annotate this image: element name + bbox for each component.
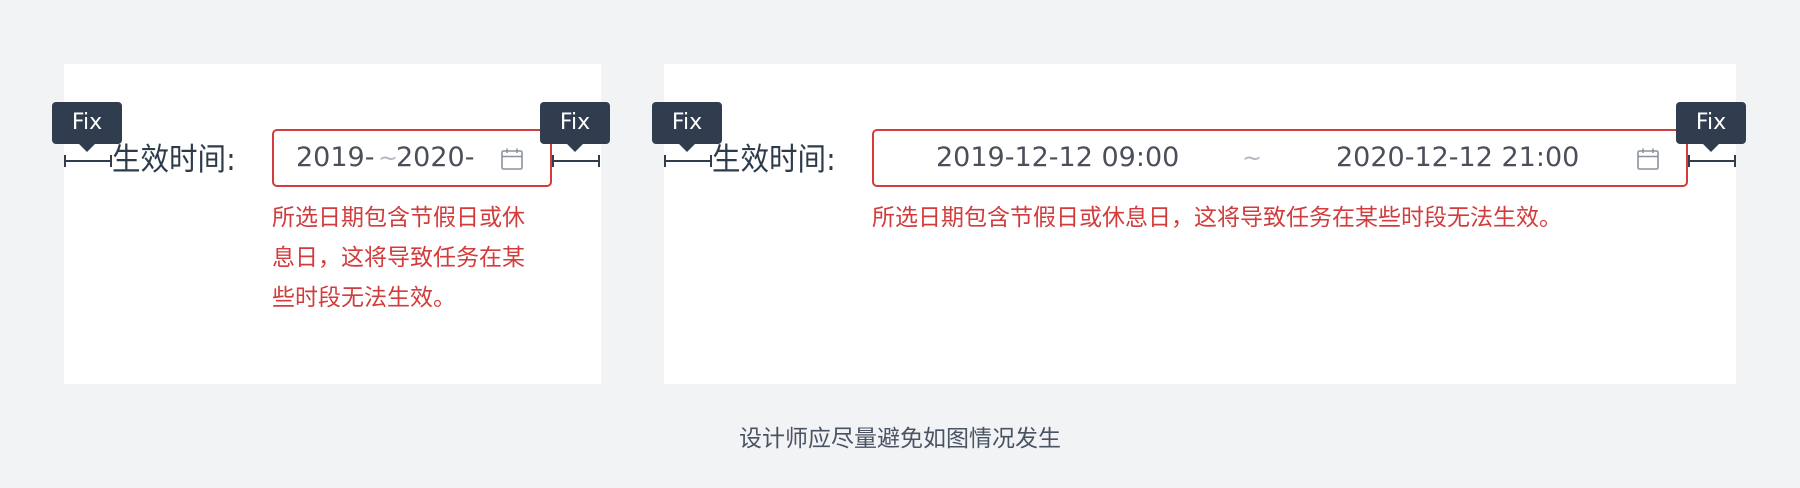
field-label: 生效时间: [712,142,836,178]
error-message-line: 所选日期包含节假日或休 [272,205,525,231]
fixed-spacing-marker-left [64,155,112,167]
date-range-picker[interactable]: 2019- ~ 2020- [272,129,552,187]
field-label: 生效时间: [112,142,236,178]
start-date-input[interactable]: 2019-12-12 09:00 [936,131,1179,185]
fixed-spacing-marker-right [1688,155,1736,167]
range-separator: ~ [1242,144,1263,172]
end-date-input[interactable]: 2020- [396,131,474,185]
error-message: 所选日期包含节假日或休息日，这将导致任务在某些时段无法生效。 [872,205,1562,231]
calendar-icon[interactable] [500,147,524,171]
caption: 设计师应尽量避免如图情况发生 [739,426,1061,452]
fix-badge: Fix [1676,102,1746,152]
end-date-input[interactable]: 2020-12-12 21:00 [1336,131,1579,185]
date-range-picker[interactable]: 2019-12-12 09:00 ~ 2020-12-12 21:00 [872,129,1688,187]
fixed-spacing-marker-left [664,155,712,167]
calendar-icon[interactable] [1636,147,1660,171]
error-message-line: 些时段无法生效。 [272,285,456,311]
start-date-input[interactable]: 2019- [296,131,374,185]
error-message-line: 息日，这将导致任务在某 [272,245,525,271]
fixed-spacing-marker-right [552,155,600,167]
fix-badge: Fix [540,102,610,152]
